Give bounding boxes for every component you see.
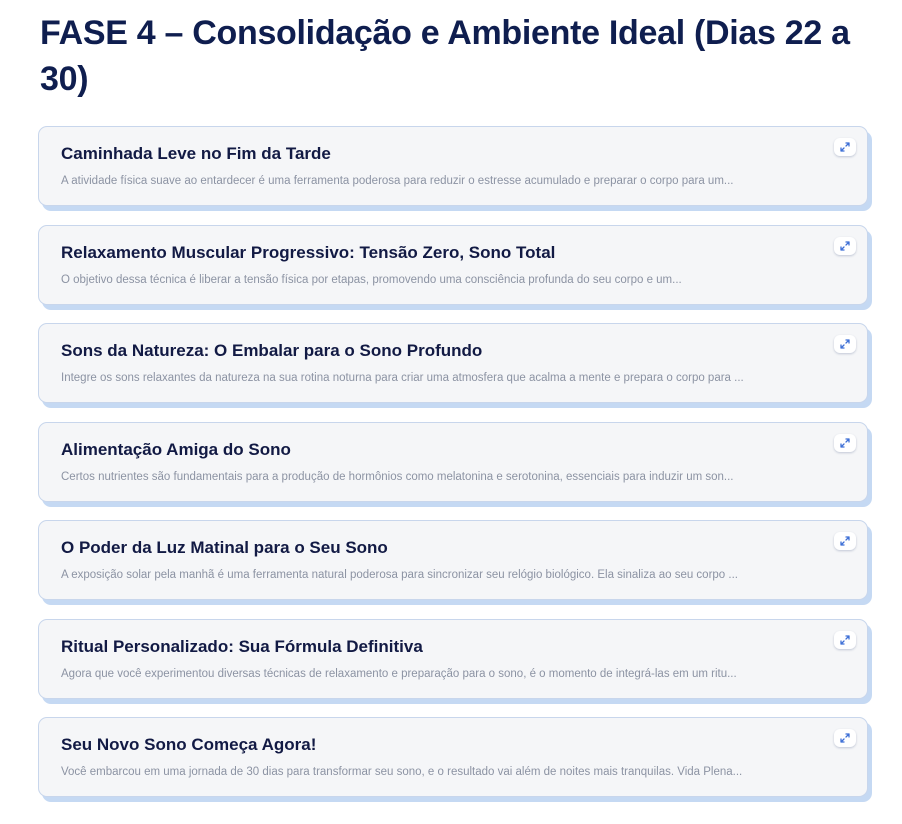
- card-title: Caminhada Leve no Fim da Tarde: [61, 144, 331, 163]
- expand-button[interactable]: [834, 532, 856, 550]
- card-description: Integre os sons relaxantes da natureza n…: [61, 372, 744, 384]
- card-sons-natureza[interactable]: Sons da Natureza: O Embalar para o Sono …: [38, 323, 868, 403]
- card-relaxamento[interactable]: Relaxamento Muscular Progressivo: Tensão…: [38, 224, 868, 305]
- card-list: Caminhada Leve no Fim da Tarde A ativida…: [38, 126, 868, 816]
- card-title: Ritual Personalizado: Sua Fórmula Defini…: [61, 636, 423, 656]
- page: FASE 4 – Consolidação e Ambiente Ideal (…: [0, 0, 902, 824]
- card-description: Certos nutrientes são fundamentais para …: [61, 470, 734, 483]
- card-description: O objetivo dessa técnica é liberar a ten…: [61, 273, 682, 286]
- card-title: Alimentação Amiga do Sono: [61, 439, 291, 459]
- expand-icon: [840, 240, 850, 251]
- expand-button[interactable]: [834, 433, 856, 452]
- card-description: A exposição solar pela manhã é uma ferra…: [61, 569, 738, 581]
- card-ritual[interactable]: Ritual Personalizado: Sua Fórmula Defini…: [38, 618, 868, 699]
- expand-icon: [840, 634, 850, 645]
- expand-icon: [840, 437, 850, 448]
- card-title: Sons da Natureza: O Embalar para o Sono …: [61, 341, 483, 360]
- expand-button[interactable]: [834, 729, 856, 747]
- card-luz-matinal[interactable]: O Poder da Luz Matinal para o Seu Sono A…: [38, 520, 868, 600]
- card-description: A atividade física suave ao entardecer é…: [61, 175, 734, 187]
- expand-icon: [840, 733, 850, 743]
- card-novo-sono[interactable]: Seu Novo Sono Começa Agora! Você embarco…: [38, 717, 868, 797]
- card-title: Relaxamento Muscular Progressivo: Tensão…: [61, 242, 556, 262]
- card-title: Seu Novo Sono Começa Agora!: [61, 735, 317, 754]
- expand-icon: [840, 142, 850, 152]
- expand-button[interactable]: [834, 138, 856, 156]
- expand-icon: [840, 339, 850, 349]
- card-caminhada[interactable]: Caminhada Leve no Fim da Tarde A ativida…: [38, 126, 868, 206]
- expand-button[interactable]: [834, 236, 856, 255]
- card-description: Agora que você experimentou diversas téc…: [61, 667, 737, 680]
- expand-icon: [840, 536, 850, 546]
- card-title: O Poder da Luz Matinal para o Seu Sono: [61, 538, 388, 557]
- card-alimentacao[interactable]: Alimentação Amiga do Sono Certos nutrien…: [38, 421, 868, 502]
- page-title: FASE 4 – Consolidação e Ambiente Ideal (…: [40, 14, 850, 98]
- expand-button[interactable]: [834, 630, 856, 649]
- expand-button[interactable]: [834, 335, 856, 353]
- card-description: Você embarcou em uma jornada de 30 dias …: [61, 766, 743, 778]
